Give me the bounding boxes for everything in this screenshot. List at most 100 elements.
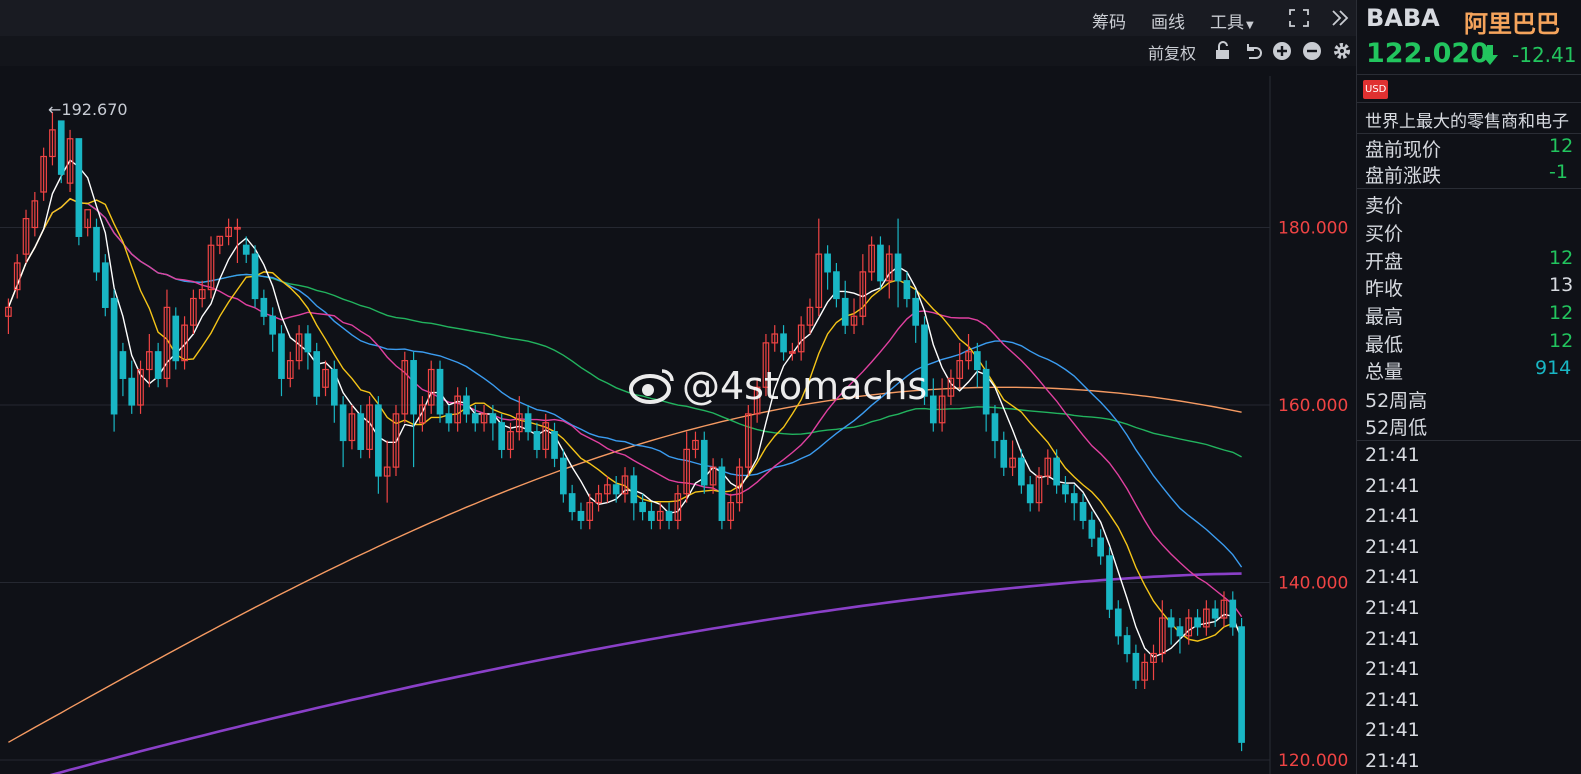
watermark-text: @4stomachs xyxy=(682,364,928,408)
candle-body xyxy=(877,244,884,282)
candle-body xyxy=(700,439,708,486)
candle-body xyxy=(1070,493,1078,504)
candle-body xyxy=(841,297,849,326)
zoom-in-icon[interactable] xyxy=(1272,41,1292,61)
candle-body xyxy=(1097,537,1104,557)
candle-body xyxy=(339,404,347,442)
candle-body xyxy=(75,138,83,237)
quote-panel: BABA 阿里巴巴 122.020 -12.41 USD 世界上最大的零售商和电… xyxy=(1356,0,1581,774)
candle-body xyxy=(833,271,840,300)
collapse-panel-icon[interactable] xyxy=(1330,8,1350,28)
candle-body xyxy=(375,404,382,477)
candle-body xyxy=(551,431,558,459)
candle-body xyxy=(471,413,479,424)
candle-body xyxy=(278,333,285,379)
candle-body xyxy=(1114,608,1122,637)
candle-body xyxy=(489,413,497,424)
candle-body xyxy=(524,413,532,433)
candle-body xyxy=(242,244,250,255)
quote-value: 13 xyxy=(1549,274,1574,296)
quote-label: 卖价 xyxy=(1365,195,1404,217)
quote-label: 最低 xyxy=(1365,334,1404,356)
candle-body xyxy=(110,297,118,415)
chart-toolbar: 筹码 画线 工具 ▼ xyxy=(0,0,1356,37)
y-tick-label: 120.000 xyxy=(1278,751,1348,771)
quote-value: 12 xyxy=(1549,302,1574,324)
candle-body xyxy=(912,297,920,326)
trade-time: 21:41 xyxy=(1365,474,1420,497)
fullscreen-icon[interactable] xyxy=(1288,8,1310,28)
candlestick-chart[interactable]: 180.000 160.000 140.000 120.000 ←192.670 xyxy=(0,66,1356,774)
candle-body xyxy=(630,475,638,504)
last-price: 122.020 xyxy=(1366,38,1489,69)
down-arrow-icon xyxy=(1482,45,1498,65)
candle-body xyxy=(533,431,541,450)
quote-value: 12 xyxy=(1549,135,1574,157)
candle-body xyxy=(357,413,365,450)
candle-body xyxy=(903,280,911,300)
candle-body xyxy=(128,377,136,406)
weibo-logo-icon xyxy=(629,369,674,404)
candle-body xyxy=(498,422,506,450)
y-tick-label: 180.000 xyxy=(1278,219,1348,239)
price-change: -12.41 xyxy=(1512,43,1577,67)
stock-name: 阿里巴巴 xyxy=(1464,10,1560,38)
company-description: 世界上最大的零售商和电子 xyxy=(1365,112,1569,132)
candle-body xyxy=(304,333,312,353)
candle-body xyxy=(894,253,902,282)
candle-body xyxy=(463,395,470,415)
trade-time: 21:41 xyxy=(1365,535,1420,558)
trade-time: 21:41 xyxy=(1365,750,1420,772)
candle-body xyxy=(929,395,937,424)
candle-body xyxy=(1132,652,1140,681)
candle-body xyxy=(436,368,444,415)
candle-body xyxy=(1229,599,1237,628)
candle-body xyxy=(824,253,831,273)
currency-badge: USD xyxy=(1363,80,1389,99)
price-adjust-button[interactable]: 前复权 xyxy=(1148,40,1196,64)
tools-menu-button[interactable]: 工具 ▼ xyxy=(1210,8,1254,33)
candle-body xyxy=(1053,457,1060,486)
trade-time: 21:41 xyxy=(1365,658,1420,681)
quote-label: 盘前现价 xyxy=(1365,139,1442,161)
trade-time: 21:41 xyxy=(1365,719,1420,742)
quote-label: 52周低 xyxy=(1365,417,1428,439)
trade-time: 21:41 xyxy=(1365,444,1420,466)
quote-value: 12 xyxy=(1549,330,1574,352)
candle-body xyxy=(445,413,453,424)
trade-time: 21:41 xyxy=(1365,597,1420,619)
quote-label: 开盘 xyxy=(1365,251,1404,273)
plot-background xyxy=(0,66,1356,774)
candle-body xyxy=(269,315,276,335)
candle-body xyxy=(991,413,999,442)
unlock-icon[interactable] xyxy=(1214,41,1232,61)
settings-gear-icon[interactable] xyxy=(1331,40,1353,62)
candle-body xyxy=(313,351,321,397)
candle-body xyxy=(1238,626,1245,743)
candle-body xyxy=(780,333,787,353)
candle-body xyxy=(1106,555,1113,610)
candle-body xyxy=(665,510,673,521)
candle-body xyxy=(101,262,109,308)
quote-value: 914 xyxy=(1535,357,1572,379)
zoom-out-icon[interactable] xyxy=(1302,41,1322,61)
draw-line-button[interactable]: 画线 xyxy=(1151,8,1185,33)
undo-icon[interactable] xyxy=(1243,41,1263,61)
candle-body xyxy=(1079,502,1087,521)
candle-body xyxy=(119,351,127,379)
candle-body xyxy=(577,510,585,521)
quote-label: 52周高 xyxy=(1365,390,1428,412)
quote-value: 12 xyxy=(1549,247,1574,269)
high-price-marker: ←192.670 xyxy=(48,100,128,119)
quote-label: 最高 xyxy=(1365,306,1404,328)
quote-value: -1 xyxy=(1549,161,1568,183)
candle-body xyxy=(154,351,162,379)
chips-button[interactable]: 筹码 xyxy=(1092,8,1126,33)
candle-body xyxy=(410,360,417,415)
candle-body xyxy=(330,368,338,406)
candle-body xyxy=(560,457,567,495)
stock-symbol: BABA xyxy=(1366,4,1440,32)
trade-time: 21:41 xyxy=(1365,627,1420,650)
candle-body xyxy=(982,368,990,415)
candle-body xyxy=(718,466,726,521)
